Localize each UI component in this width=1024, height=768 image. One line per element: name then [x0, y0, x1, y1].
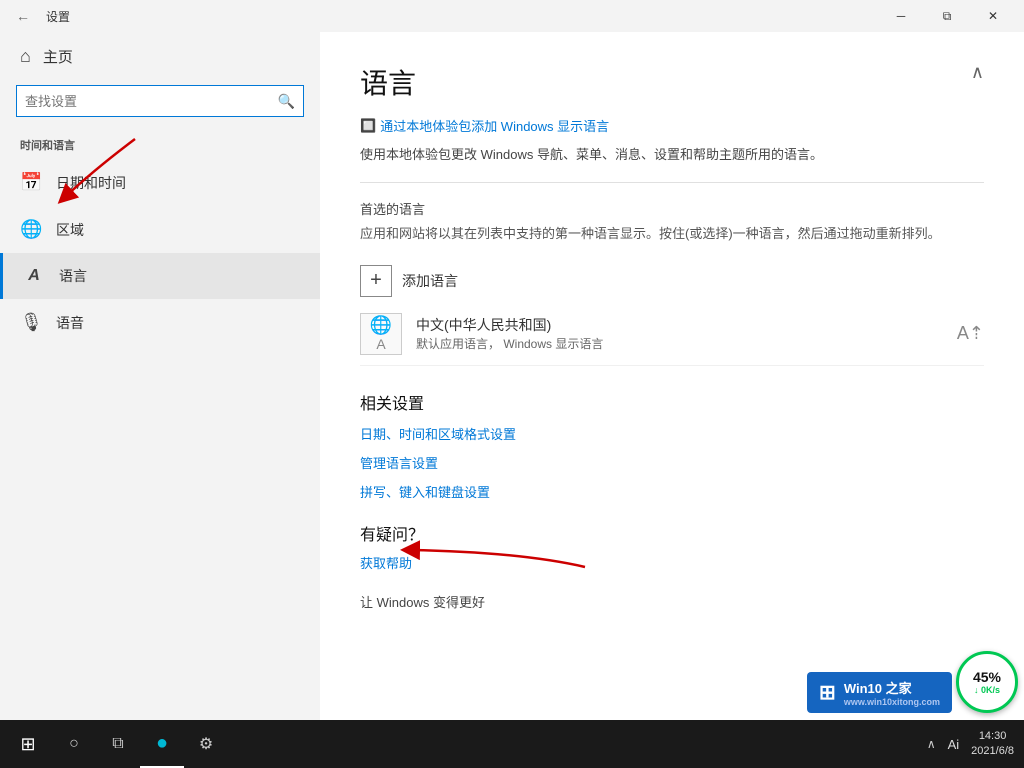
faq-title: 有疑问？ — [360, 521, 984, 545]
page-title: 语言 — [360, 62, 416, 102]
sidebar-section-title: 时间和语言 — [0, 129, 320, 159]
speed-value: ↓ 0K/s — [974, 685, 1000, 695]
taskbar-lang[interactable]: Ai — [942, 720, 966, 768]
add-language-label: 添加语言 — [402, 271, 458, 291]
time-block: 14:30 2021/6/8 — [971, 729, 1014, 760]
add-language-button[interactable]: + 添加语言 — [360, 259, 458, 303]
time-display: 14:30 — [971, 729, 1014, 744]
taskbar-chevron[interactable]: ∧ — [921, 720, 942, 768]
chevron-up-icon[interactable]: ∧ — [971, 62, 984, 83]
language-item-chinese: 🌐 A 中文(中华人民共和国) 默认应用语言， Windows 显示语言 A⇡ — [360, 303, 984, 366]
sidebar-home[interactable]: ⌂ 主页 — [0, 32, 320, 81]
home-icon: ⌂ — [20, 46, 31, 67]
watermark-text: Win10 之家 www.win10xitong.com — [844, 678, 940, 707]
related-link-keyboard[interactable]: 拼写、键入和键盘设置 — [360, 482, 984, 501]
region-icon: 🌐 — [20, 219, 42, 240]
settings-window: ← 设置 ─ ⧉ ✕ ⌂ 主页 🔍 时间和语言 — [0, 0, 1024, 720]
restore-button[interactable]: ⧉ — [924, 0, 970, 32]
language-sub: 默认应用语言， Windows 显示语言 — [416, 335, 943, 352]
language-item-info: 中文(中华人民共和国) 默认应用语言， Windows 显示语言 — [416, 315, 943, 352]
sidebar-item-datetime[interactable]: 📅 日期和时间 — [0, 159, 320, 206]
divider-1 — [360, 182, 984, 183]
taskbar-settings[interactable]: ● — [140, 720, 184, 768]
taskbar-time[interactable]: 14:30 2021/6/8 — [965, 720, 1020, 768]
speed-indicator: 45% ↓ 0K/s — [956, 651, 1018, 713]
preferred-section-label: 首选的语言 — [360, 199, 984, 218]
related-link-language[interactable]: 管理语言设置 — [360, 453, 984, 472]
search-button[interactable]: ○ — [52, 720, 96, 768]
language-actions: A⇡ — [957, 323, 984, 344]
content-area: 语言 ∧ 🔲 通过本地体验包添加 Windows 显示语言 使用本地体验包更改 … — [320, 32, 1024, 720]
back-button[interactable]: ← — [8, 4, 38, 28]
sidebar-nav: 📅 日期和时间 🌐 区域 A 语言 🎙 语音 — [0, 159, 320, 346]
language-description: 使用本地体验包更改 Windows 导航、菜单、消息、设置和帮助主题所用的语言。 — [360, 145, 984, 166]
faq-link[interactable]: 获取帮助 — [360, 553, 984, 572]
minimize-button[interactable]: ─ — [878, 0, 924, 32]
task-view-button[interactable]: ⧉ — [96, 720, 140, 768]
language-icon: A — [23, 267, 45, 285]
taskbar-gear[interactable]: ⚙ — [184, 720, 228, 768]
language-indicator: Ai — [948, 737, 960, 752]
letter-icon: A — [376, 336, 385, 352]
windows-logo-icon: ⊞ — [819, 680, 836, 705]
taskbar: ⊞ ○ ⧉ ● ⚙ ∧ Ai 14:30 2021/6/8 — [0, 720, 1024, 768]
sidebar-item-region[interactable]: 🌐 区域 — [0, 206, 320, 253]
sidebar-item-speech-label: 语音 — [56, 313, 84, 333]
speech-icon: 🎙 — [20, 312, 42, 333]
watermark-site: www.win10xitong.com — [844, 697, 940, 707]
sidebar-item-speech[interactable]: 🎙 语音 — [0, 299, 320, 346]
sidebar-item-datetime-label: 日期和时间 — [56, 173, 126, 193]
search-input[interactable] — [17, 94, 270, 109]
add-display-language-link[interactable]: 🔲 通过本地体验包添加 Windows 显示语言 — [360, 116, 609, 135]
sidebar-item-language-label: 语言 — [59, 266, 87, 286]
globe-icon: 🌐 — [370, 315, 392, 336]
title-bar: ← 设置 ─ ⧉ ✕ — [0, 0, 1024, 32]
search-icon: 🔍 — [270, 93, 303, 110]
content-header: 语言 ∧ — [360, 62, 984, 110]
language-name: 中文(中华人民共和国) — [416, 315, 943, 335]
language-item-icon: 🌐 A — [360, 313, 402, 355]
window-title: 设置 — [46, 8, 70, 25]
package-icon: 🔲 — [360, 118, 376, 134]
main-area: ⌂ 主页 🔍 时间和语言 📅 日期和时间 🌐 区域 — [0, 32, 1024, 720]
language-action-icon[interactable]: A⇡ — [957, 323, 984, 344]
home-label: 主页 — [43, 46, 73, 67]
search-box: 🔍 — [16, 85, 304, 117]
window-controls: ─ ⧉ ✕ — [878, 0, 1016, 32]
sidebar-item-region-label: 区域 — [56, 220, 84, 240]
watermark: ⊞ Win10 之家 www.win10xitong.com — [807, 672, 952, 713]
related-settings-title: 相关设置 — [360, 390, 984, 414]
datetime-icon: 📅 — [20, 172, 42, 193]
sidebar: ⌂ 主页 🔍 时间和语言 📅 日期和时间 🌐 区域 — [0, 32, 320, 720]
bottom-section: 让 Windows 变得更好 — [360, 592, 984, 611]
bottom-text: 让 Windows 变得更好 — [360, 595, 485, 610]
add-button-box: + — [360, 265, 392, 297]
sidebar-item-language[interactable]: A 语言 — [0, 253, 320, 299]
related-link-datetime[interactable]: 日期、时间和区域格式设置 — [360, 424, 984, 443]
preferred-description: 应用和网站将以其在列表中支持的第一种语言显示。按住(或选择)一种语言，然后通过拖… — [360, 224, 984, 245]
date-display: 2021/6/8 — [971, 744, 1014, 759]
start-button[interactable]: ⊞ — [4, 720, 52, 768]
speed-percent: 45% — [973, 669, 1001, 685]
close-button[interactable]: ✕ — [970, 0, 1016, 32]
title-bar-left: ← 设置 — [8, 4, 70, 28]
watermark-title: Win10 之家 — [844, 681, 912, 696]
